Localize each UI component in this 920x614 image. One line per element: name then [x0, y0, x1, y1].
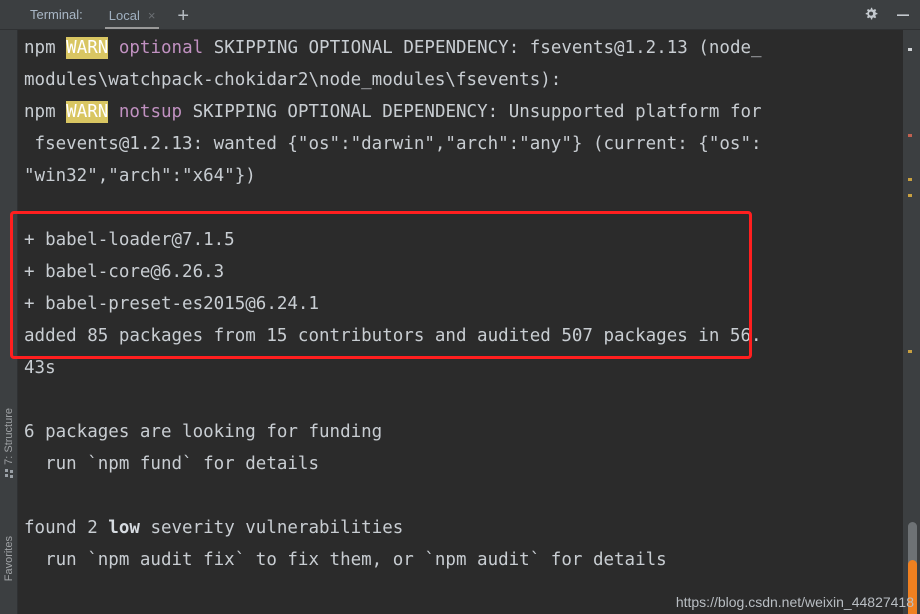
sidebar-item-structure-label: 7: Structure	[3, 408, 15, 465]
terminal-text-run: npm	[24, 102, 67, 122]
terminal-text-run: 43s	[24, 358, 56, 378]
terminal-text-run	[108, 38, 119, 58]
terminal-line: npm WARN optional SKIPPING OPTIONAL DEPE…	[24, 32, 903, 64]
terminal-text-run: + babel-preset-es2015@6.24.1	[24, 294, 320, 314]
terminal-line: + babel-core@6.26.3	[24, 256, 903, 288]
terminal-text: npm WARN optional SKIPPING OPTIONAL DEPE…	[18, 32, 903, 576]
terminal-line: npm WARN notsup SKIPPING OPTIONAL DEPEND…	[24, 96, 903, 128]
terminal-text-run: run `npm audit fix` to fix them, or `npm…	[24, 550, 667, 570]
watermark-url: https://blog.csdn.net/weixin_44827418	[675, 594, 914, 610]
vertical-scrollbar-track[interactable]	[903, 30, 920, 614]
terminal-text-run: added 85 packages from 15 contributors a…	[24, 326, 762, 346]
terminal-text-run: fsevents@1.2.13: wanted {"os":"darwin","…	[24, 134, 762, 154]
add-tab-icon[interactable]: +	[177, 2, 189, 30]
terminal-line: 43s	[24, 352, 903, 384]
terminal-line: 6 packages are looking for funding	[24, 416, 903, 448]
terminal-line: added 85 packages from 15 contributors a…	[24, 320, 903, 352]
terminal-text-run: run `npm fund` for details	[24, 454, 320, 474]
terminal-text-run: SKIPPING OPTIONAL DEPENDENCY: fsevents@1…	[203, 38, 762, 58]
terminal-text-run: modules\watchpack-chokidar2\node_modules…	[24, 70, 562, 90]
terminal-text-run: low	[108, 518, 140, 538]
terminal-text-run: optional	[118, 38, 204, 58]
terminal-line: run `npm fund` for details	[24, 448, 903, 480]
terminal-line: + babel-loader@7.1.5	[24, 224, 903, 256]
terminal-text-run: notsup	[118, 102, 183, 122]
tab-bar-left-group: Terminal: Local × +	[18, 0, 189, 30]
tab-bar-right-group	[862, 0, 912, 30]
sidebar-item-structure[interactable]: 7: Structure	[0, 408, 18, 478]
gear-icon[interactable]	[862, 6, 880, 24]
sidebar-item-favorites[interactable]: Favorites	[0, 536, 18, 581]
terminal-text-run: + babel-core@6.26.3	[24, 262, 225, 282]
terminal-text-run: WARN	[66, 101, 109, 123]
terminal-text-run: npm	[24, 38, 67, 58]
tab-local[interactable]: Local ×	[104, 0, 160, 30]
terminal-text-run: found 2	[24, 518, 109, 538]
terminal-text-run: 6 packages are looking for funding	[24, 422, 383, 442]
structure-icon	[4, 468, 14, 478]
minimize-icon[interactable]	[894, 6, 912, 24]
terminal-text-run	[108, 102, 119, 122]
terminal-text-run: WARN	[66, 37, 109, 59]
terminal-title-label: Terminal:	[30, 7, 83, 22]
terminal-line: run `npm audit fix` to fix them, or `npm…	[24, 544, 903, 576]
sidebar-item-favorites-label: Favorites	[3, 536, 15, 582]
terminal-text-run: SKIPPING OPTIONAL DEPENDENCY: Unsupporte…	[182, 102, 762, 122]
terminal-line: fsevents@1.2.13: wanted {"os":"darwin","…	[24, 128, 903, 160]
terminal-line: "win32","arch":"x64"})	[24, 160, 903, 192]
left-tool-rail: 7: Structure Favorites	[0, 30, 18, 614]
terminal-tool-window: Terminal: Local × + 7: Structure Favorit…	[0, 0, 920, 614]
terminal-line: found 2 low severity vulnerabilities	[24, 512, 903, 544]
close-icon[interactable]: ×	[148, 8, 156, 23]
terminal-text-run: "win32","arch":"x64"})	[24, 166, 256, 186]
tab-local-label: Local	[108, 7, 140, 23]
terminal-output-pane[interactable]: npm WARN optional SKIPPING OPTIONAL DEPE…	[18, 30, 903, 614]
terminal-text-run: severity vulnerabilities	[139, 518, 404, 538]
terminal-text-run: + babel-loader@7.1.5	[24, 230, 235, 250]
terminal-line: modules\watchpack-chokidar2\node_modules…	[24, 64, 903, 96]
terminal-tab-bar: Terminal: Local × +	[0, 0, 920, 30]
terminal-line: + babel-preset-es2015@6.24.1	[24, 288, 903, 320]
